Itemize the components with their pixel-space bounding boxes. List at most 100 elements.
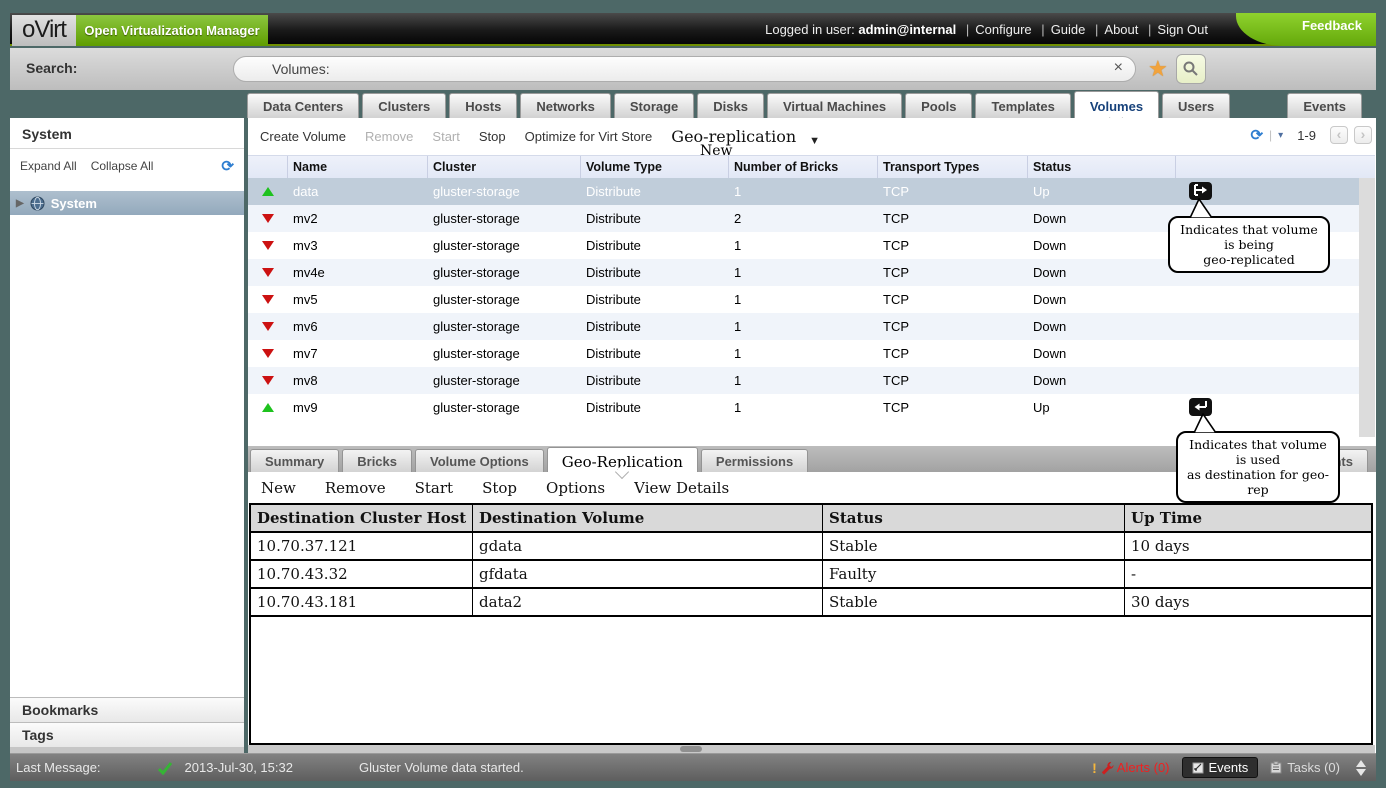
tags-panel-header[interactable]: Tags [10, 722, 244, 747]
subtab-summary[interactable]: Summary [250, 449, 339, 472]
cell-volume-type: Distribute [581, 313, 729, 340]
table-row[interactable]: mv8 gluster-storage Distribute 1 TCP Dow… [248, 367, 1359, 394]
georep-remove-button[interactable]: Remove [325, 479, 386, 497]
geo-replication-button[interactable]: Geo-replication [671, 127, 796, 146]
status-down-icon [262, 376, 274, 385]
tab-clusters[interactable]: Clusters [362, 93, 446, 118]
subtab-volume-options[interactable]: Volume Options [415, 449, 544, 472]
horizontal-scrollbar[interactable] [248, 745, 1375, 753]
tab-disks[interactable]: Disks [697, 93, 764, 118]
tab-virtual-machines[interactable]: Virtual Machines [767, 93, 902, 118]
bookmark-star-icon[interactable]: ★ [1148, 56, 1168, 82]
tab-users[interactable]: Users [1162, 93, 1230, 118]
configure-link[interactable]: Configure [975, 22, 1031, 37]
create-volume-button[interactable]: Create Volume [260, 129, 346, 144]
header-cluster[interactable]: Cluster [428, 156, 581, 178]
sign-out-link[interactable]: Sign Out [1157, 22, 1208, 37]
expand-all-link[interactable]: Expand All [20, 159, 77, 173]
tab-volumes[interactable]: Volumes [1074, 91, 1159, 118]
geo-replication-menu-item-new[interactable]: New [700, 143, 733, 159]
subtab-permissions[interactable]: Permissions [701, 449, 808, 472]
search-button[interactable] [1176, 54, 1206, 84]
header-georep-status[interactable]: Status [823, 505, 1125, 531]
grid-refresh-icon[interactable]: ⟳ [1250, 126, 1263, 144]
subtab-geo-replication[interactable]: Geo-Replication [547, 447, 698, 472]
header-destination-volume[interactable]: Destination Volume [473, 505, 823, 531]
georep-row[interactable]: 10.70.43.181 data2 Stable 30 days [251, 589, 1371, 617]
stop-button[interactable]: Stop [479, 129, 506, 144]
header-transport-types[interactable]: Transport Types [878, 156, 1028, 178]
tab-data-centers[interactable]: Data Centers [247, 93, 359, 118]
cell-cluster: gluster-storage [428, 178, 581, 205]
scrollbar-thumb[interactable] [680, 746, 702, 752]
tree-controls: Expand All Collapse All ⟳ [10, 149, 244, 183]
tree-item-label: System [51, 196, 97, 211]
status-bar: Last Message: 2013-Jul-30, 15:32 Gluster… [10, 753, 1376, 781]
cell-status: Down [1028, 232, 1176, 259]
bookmarks-panel-header[interactable]: Bookmarks [10, 697, 244, 722]
next-page-button[interactable]: › [1354, 126, 1372, 144]
search-band: Search: × ★ [10, 48, 1376, 90]
collapse-all-link[interactable]: Collapse All [91, 159, 154, 173]
tab-templates[interactable]: Templates [975, 93, 1070, 118]
user-menu: Logged in user: admin@internal |Configur… [765, 13, 1208, 46]
cell-transport: TCP [878, 178, 1028, 205]
header-destination-cluster-host[interactable]: Destination Cluster Host [251, 505, 473, 531]
prev-page-button[interactable]: ‹ [1330, 126, 1348, 144]
tab-networks[interactable]: Networks [520, 93, 611, 118]
alerts-button[interactable]: ! Alerts (0) [1086, 758, 1175, 778]
clear-search-icon[interactable]: × [1114, 59, 1123, 77]
georep-view-details-button[interactable]: View Details [634, 479, 729, 497]
about-link[interactable]: About [1104, 22, 1138, 37]
cell-host: 10.70.43.32 [251, 561, 473, 587]
header-name[interactable]: Name [288, 156, 428, 178]
cell-cluster: gluster-storage [428, 205, 581, 232]
cell-host: 10.70.43.181 [251, 589, 473, 615]
tab-pools[interactable]: Pools [905, 93, 972, 118]
refresh-dropdown-caret-icon[interactable]: ▾ [1278, 130, 1283, 141]
georep-row[interactable]: 10.70.43.32 gfdata Faulty - [251, 561, 1371, 589]
tab-storage[interactable]: Storage [614, 93, 694, 118]
separator: | [1041, 22, 1044, 37]
tasks-button[interactable]: Tasks (0) [1264, 758, 1346, 777]
product-title: Open Virtualization Manager [76, 15, 268, 46]
search-input[interactable] [272, 59, 1072, 79]
cell-transport: TCP [878, 259, 1028, 286]
events-footer-button[interactable]: Events [1182, 757, 1259, 778]
dropdown-caret-icon[interactable]: ▼ [809, 135, 820, 147]
table-row[interactable]: mv6 gluster-storage Distribute 1 TCP Dow… [248, 313, 1359, 340]
cell-transport: TCP [878, 367, 1028, 394]
remove-button: Remove [365, 129, 413, 144]
subtab-bricks[interactable]: Bricks [342, 449, 412, 472]
cell-status: Down [1028, 367, 1176, 394]
header-status[interactable]: Status [1028, 156, 1176, 178]
separator: | [966, 22, 969, 37]
table-row[interactable]: mv5 gluster-storage Distribute 1 TCP Dow… [248, 286, 1359, 313]
tab-hosts[interactable]: Hosts [449, 93, 517, 118]
header-up-time[interactable]: Up Time [1125, 505, 1371, 531]
cell-volume-type: Distribute [581, 286, 729, 313]
cell-volume-type: Distribute [581, 367, 729, 394]
georep-start-button[interactable]: Start [415, 479, 453, 497]
table-vertical-scrollbar[interactable] [1359, 178, 1375, 437]
cell-name: mv6 [288, 313, 428, 340]
tab-events[interactable]: Events [1287, 93, 1362, 118]
table-row[interactable]: mv7 gluster-storage Distribute 1 TCP Dow… [248, 340, 1359, 367]
georep-options-button[interactable]: Options [546, 479, 605, 497]
cell-status: Down [1028, 313, 1176, 340]
tree-item-system[interactable]: ▶ System [10, 191, 244, 215]
tree-refresh-icon[interactable]: ⟳ [221, 157, 234, 175]
cell-transport: TCP [878, 313, 1028, 340]
tree-expander-icon[interactable]: ▶ [16, 198, 24, 209]
guide-link[interactable]: Guide [1051, 22, 1086, 37]
header-number-of-bricks[interactable]: Number of Bricks [729, 156, 878, 178]
optimize-for-virt-store-button[interactable]: Optimize for Virt Store [525, 129, 653, 144]
georep-row[interactable]: 10.70.37.121 gdata Stable 10 days [251, 533, 1371, 561]
cell-up-time: - [1125, 561, 1371, 587]
georep-new-button[interactable]: New [261, 479, 296, 497]
header-volume-type[interactable]: Volume Type [581, 156, 729, 178]
footer-expand-collapse-button[interactable] [1352, 759, 1370, 777]
cell-bricks: 1 [729, 340, 878, 367]
georep-stop-button[interactable]: Stop [482, 479, 517, 497]
feedback-button[interactable]: Feedback [1236, 13, 1376, 46]
